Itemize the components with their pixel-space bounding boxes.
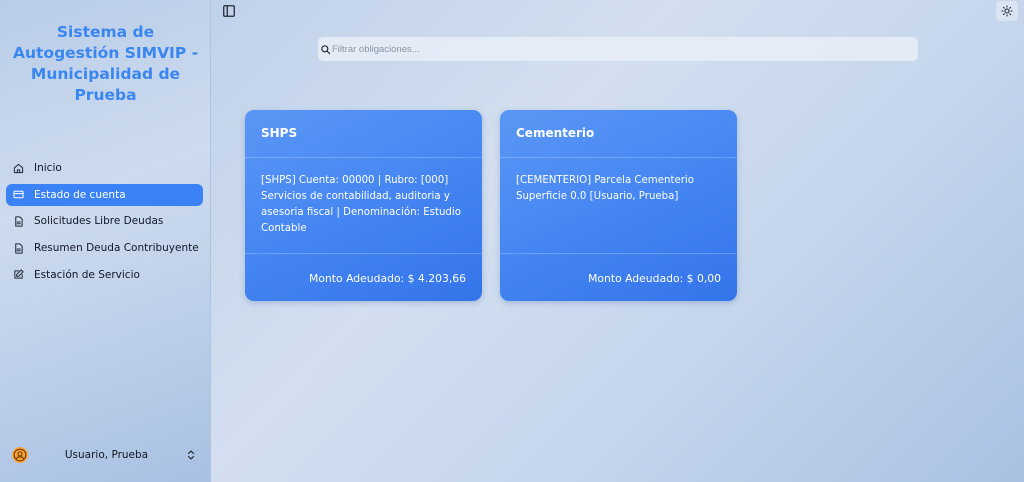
sidebar-item-label: Estado de cuenta (34, 188, 126, 201)
credit-card-icon (12, 189, 24, 201)
sidebar: Sistema de Autogestión SIMVIP - Municipa… (0, 0, 211, 482)
app-title: Sistema de Autogestión SIMVIP - Municipa… (12, 23, 199, 104)
card-divider (500, 253, 737, 254)
sidebar-item-label: Inicio (34, 162, 62, 174)
card-amount: Monto Adeudado: $ 0,00 (588, 272, 721, 285)
card-title: Cementerio (516, 126, 595, 140)
sidebar-item-estado-de-cuenta[interactable]: Estado de cuenta (6, 183, 203, 206)
panel-left-icon (223, 5, 235, 17)
sidebar-item-solicitudes-libre-deudas[interactable]: Solicitudes Libre Deudas (6, 210, 203, 232)
card-title: SHPS (261, 126, 298, 140)
document-icon (12, 242, 24, 254)
sidebar-item-inicio[interactable]: Inicio (6, 157, 203, 179)
card-description: [SHPS] Cuenta: 00000 | Rubro: [000] Serv… (261, 175, 461, 234)
user-name: Usuario, Prueba (64, 449, 149, 461)
theme-toggle-button[interactable] (996, 1, 1018, 21)
home-icon (12, 162, 24, 174)
sidebar-item-label: Resumen Deuda Contribuyente (34, 242, 199, 255)
user-circle-icon (12, 447, 28, 463)
card-divider (500, 157, 737, 158)
card-amount: Monto Adeudado: $ 4.203,66 (309, 272, 466, 285)
card-description: [CEMENTERIO] Parcela Cementerio Superfic… (516, 175, 694, 202)
search-input[interactable] (332, 43, 918, 55)
sidebar-nav: Inicio Estado de cuenta Solicitudes Libr… (6, 157, 203, 290)
obligation-card-cementerio[interactable]: Cementerio [CEMENTERIO] Parcela Cementer… (500, 110, 737, 301)
edit-icon (12, 269, 24, 281)
obligation-card-shps[interactable]: SHPS [SHPS] Cuenta: 00000 | Rubro: [000]… (245, 110, 482, 301)
document-icon (12, 215, 24, 227)
search-field[interactable] (318, 37, 918, 61)
sidebar-item-resumen-deuda[interactable]: Resumen Deuda Contribuyente (6, 237, 203, 259)
sidebar-item-estacion-de-servicio[interactable]: Estación de Servicio (6, 264, 203, 286)
sidebar-item-label: Estación de Servicio (34, 268, 140, 281)
sun-icon (1001, 5, 1013, 17)
chevron-up-down-icon (187, 450, 195, 460)
user-menu[interactable]: Usuario, Prueba (6, 442, 203, 468)
sidebar-item-label: Solicitudes Libre Deudas (34, 215, 164, 228)
card-divider (245, 253, 482, 254)
search-icon (321, 44, 331, 54)
card-divider (245, 157, 482, 158)
sidebar-toggle-button[interactable] (222, 4, 236, 18)
